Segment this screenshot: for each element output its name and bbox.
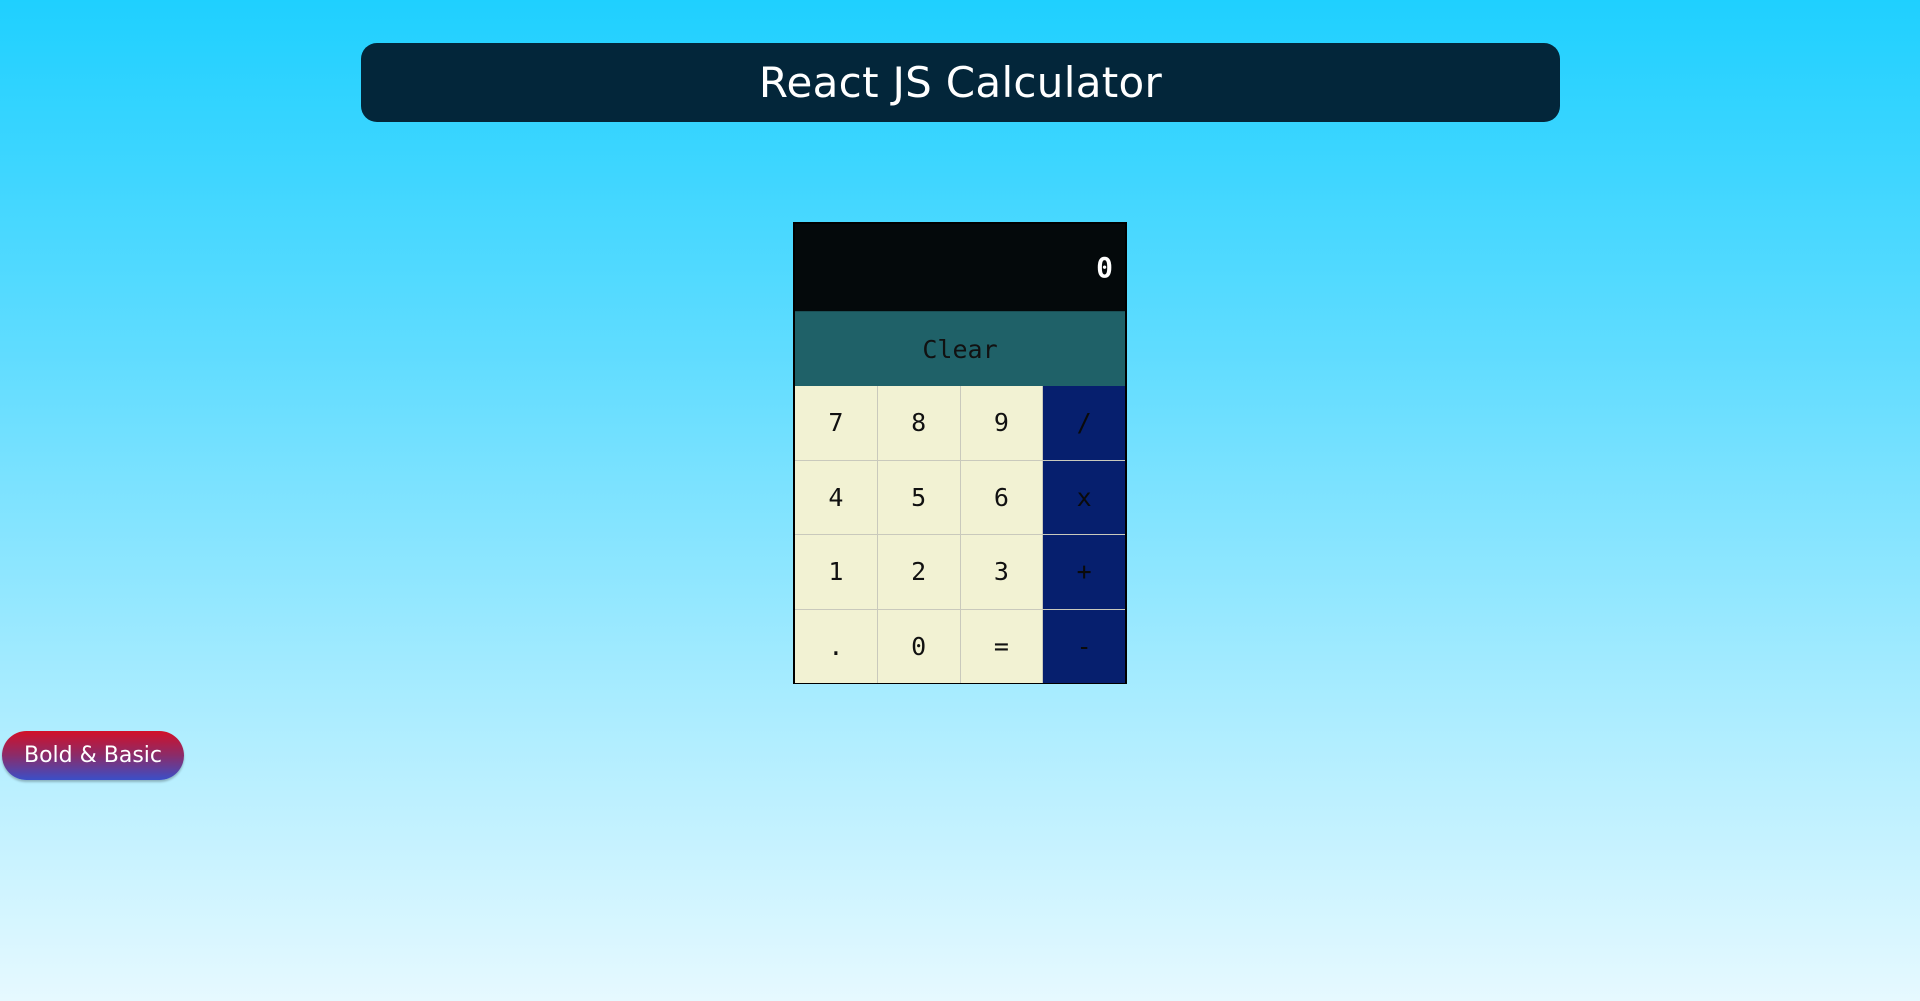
key-4[interactable]: 4 <box>795 460 877 534</box>
theme-toggle-button[interactable]: Bold & Basic <box>2 731 184 780</box>
key-2[interactable]: 2 <box>877 535 960 609</box>
key-equals[interactable]: = <box>960 609 1043 683</box>
key-9[interactable]: 9 <box>960 386 1043 460</box>
key-7[interactable]: 7 <box>795 386 877 460</box>
key-subtract[interactable]: - <box>1043 609 1125 683</box>
key-6[interactable]: 6 <box>960 460 1043 534</box>
key-0[interactable]: 0 <box>877 609 960 683</box>
key-decimal[interactable]: . <box>795 609 877 683</box>
calculator: 0 Clear 7 8 9 / 4 5 6 x 1 2 3 + . 0 = - <box>793 222 1127 684</box>
keypad: 7 8 9 / 4 5 6 x 1 2 3 + . 0 = - <box>795 386 1125 683</box>
key-multiply[interactable]: x <box>1043 460 1125 534</box>
key-add[interactable]: + <box>1043 535 1125 609</box>
calculator-display: 0 <box>795 224 1125 311</box>
page-title: React JS Calculator <box>758 58 1163 107</box>
key-divide[interactable]: / <box>1043 386 1125 460</box>
key-5[interactable]: 5 <box>877 460 960 534</box>
key-8[interactable]: 8 <box>877 386 960 460</box>
key-1[interactable]: 1 <box>795 535 877 609</box>
clear-button[interactable]: Clear <box>795 311 1125 386</box>
key-3[interactable]: 3 <box>960 535 1043 609</box>
page-header: React JS Calculator <box>361 43 1560 122</box>
